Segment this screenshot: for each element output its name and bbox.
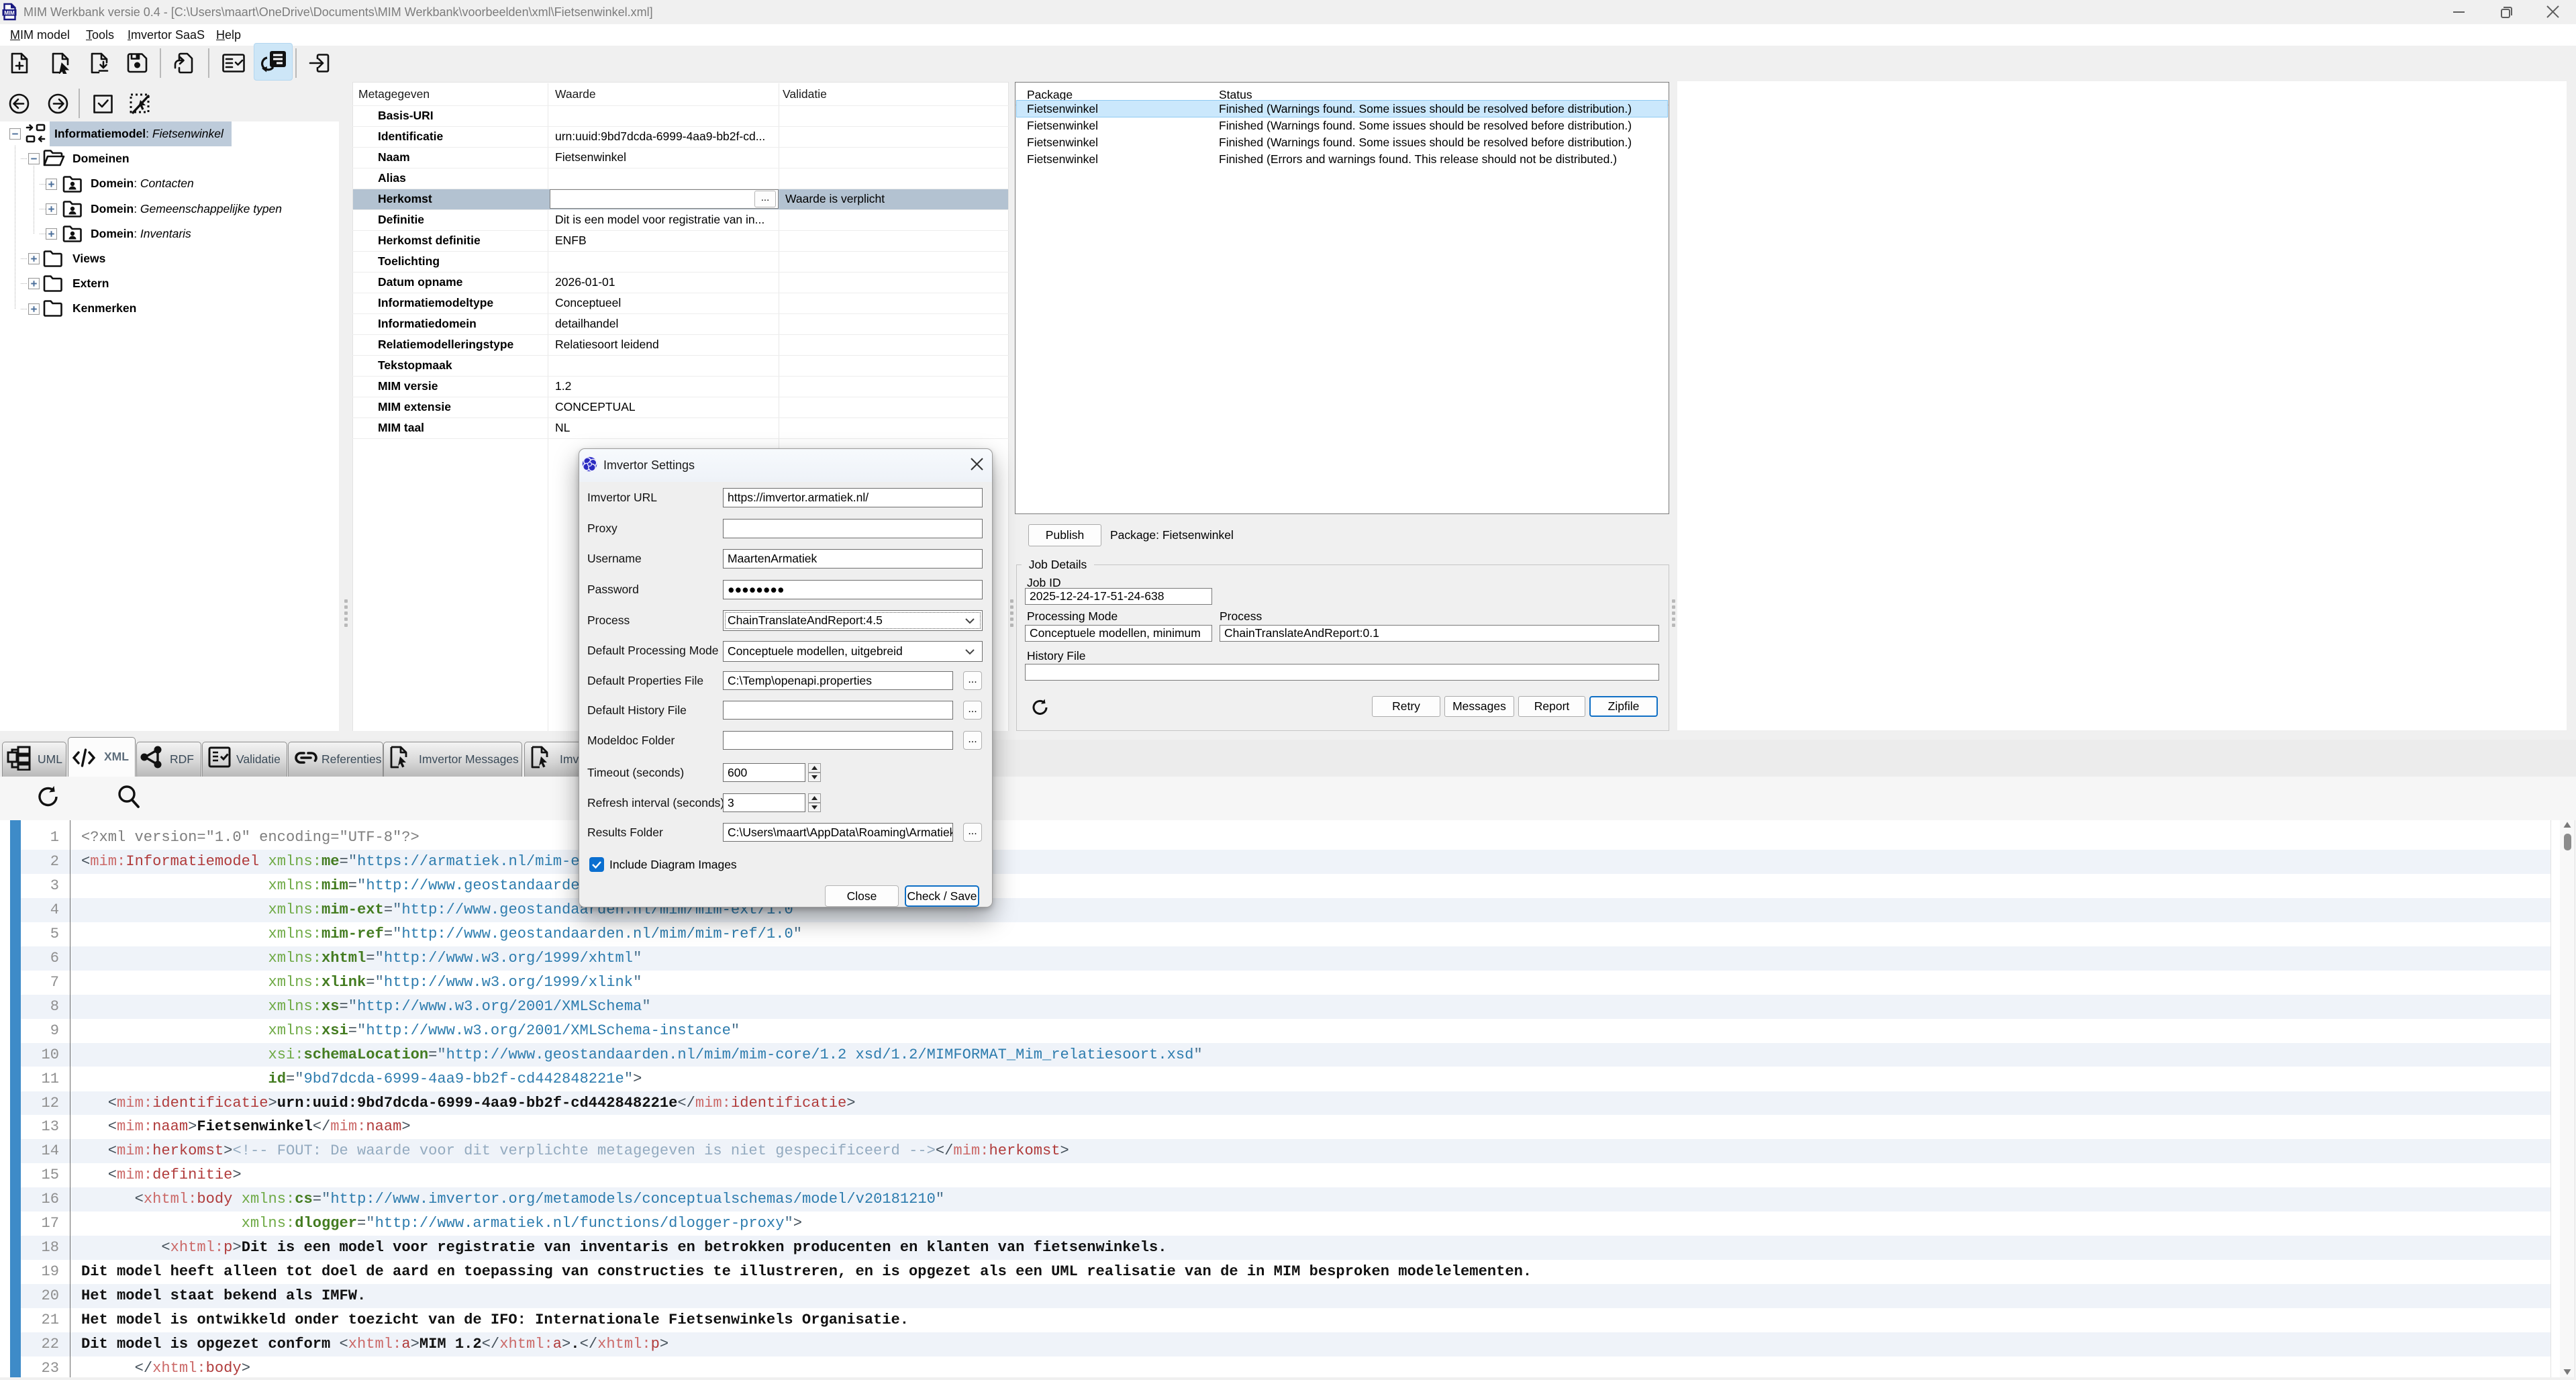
svg-text:MIM: MIM <box>4 10 15 16</box>
